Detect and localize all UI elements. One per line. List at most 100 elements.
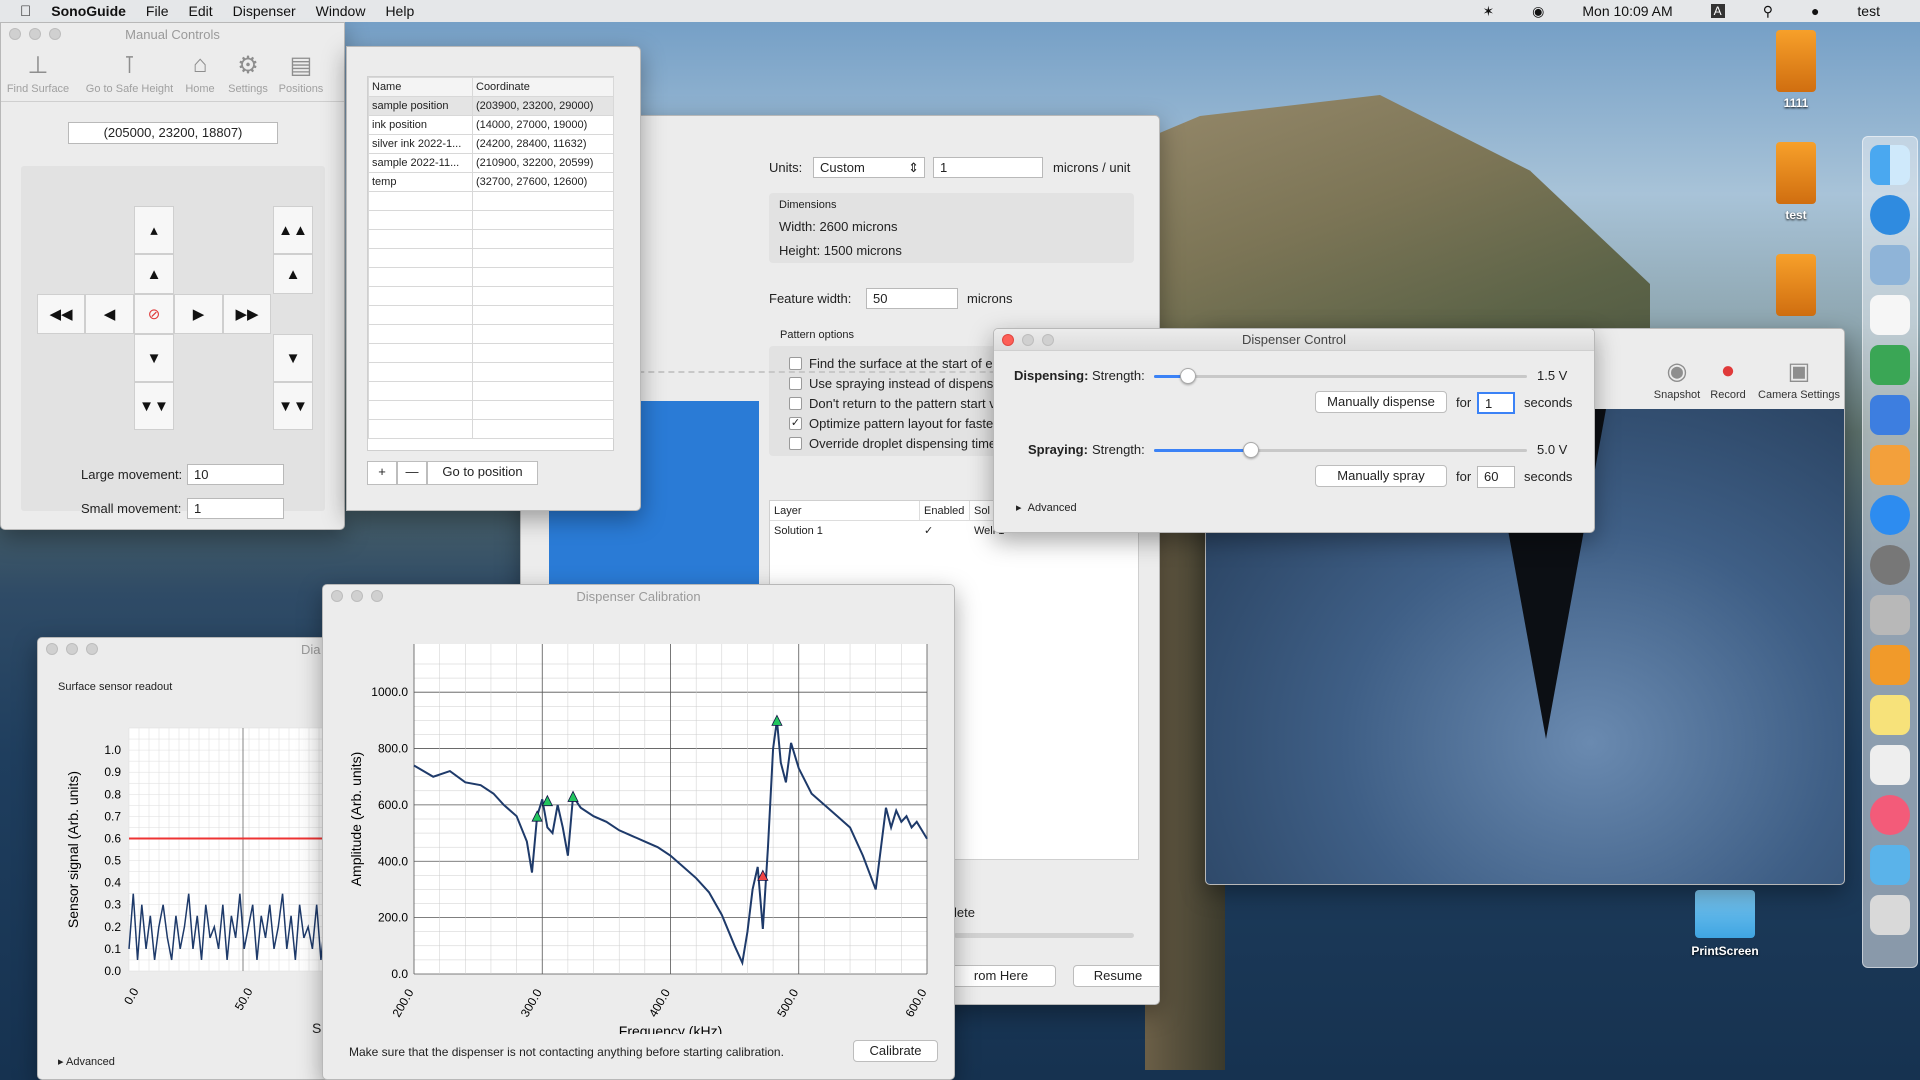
finder-icon[interactable] bbox=[1870, 145, 1910, 185]
positions-tool[interactable]: ▤ Positions bbox=[266, 47, 336, 96]
table-row[interactable]: sample 2022-11... (210900, 32200, 20599) bbox=[368, 153, 614, 173]
calibrate-button[interactable]: Calibrate bbox=[853, 1040, 938, 1062]
safari-icon[interactable] bbox=[1870, 195, 1910, 235]
large-movement-input[interactable]: 10 bbox=[187, 464, 284, 485]
run-from-here-button[interactable]: rom Here bbox=[946, 965, 1056, 987]
downloads-folder-icon[interactable] bbox=[1870, 845, 1910, 885]
automator-icon[interactable] bbox=[1870, 595, 1910, 635]
z-down-large-button[interactable]: ▼▼ bbox=[273, 382, 313, 430]
spray-seconds-input[interactable]: 60 bbox=[1477, 466, 1515, 488]
textedit-icon[interactable] bbox=[1870, 295, 1910, 335]
table-row[interactable]: temp (32700, 27600, 12600) bbox=[368, 172, 614, 192]
menu-help[interactable]: Help bbox=[385, 3, 414, 19]
table-row[interactable]: ink position (14000, 27000, 19000) bbox=[368, 115, 614, 135]
x-right-large-button[interactable]: ▶▶ bbox=[223, 294, 271, 334]
minimize-button[interactable] bbox=[66, 643, 78, 655]
close-button[interactable] bbox=[46, 643, 58, 655]
y-down-button[interactable]: ▼ bbox=[134, 334, 174, 382]
preview-icon[interactable] bbox=[1870, 245, 1910, 285]
option-checkbox-optimize[interactable]: ✓ bbox=[789, 417, 802, 430]
column-coordinate-header[interactable]: Coordinate bbox=[472, 77, 614, 97]
sensor-advanced-toggle[interactable]: ▸ Advanced bbox=[58, 1055, 115, 1068]
spotlight-search-icon[interactable]: ⚲ bbox=[1763, 3, 1773, 20]
z-up-large-button[interactable]: ▲▲ bbox=[273, 206, 313, 254]
layer-header-layer[interactable]: Layer bbox=[770, 501, 920, 520]
add-position-button[interactable]: + bbox=[367, 461, 397, 485]
z-up-small-button[interactable]: ▴ bbox=[134, 206, 174, 254]
slider-knob[interactable] bbox=[1179, 368, 1196, 384]
safe-height-tool[interactable]: ⊺ Go to Safe Height bbox=[82, 47, 177, 96]
zoom-button[interactable] bbox=[49, 28, 61, 40]
minimize-button[interactable] bbox=[29, 28, 41, 40]
script-editor-icon[interactable] bbox=[1870, 745, 1910, 785]
desktop-icon-test[interactable]: test bbox=[1756, 142, 1836, 222]
option-checkbox-dont-return[interactable] bbox=[789, 397, 802, 410]
numbers-icon[interactable] bbox=[1870, 345, 1910, 385]
system-preferences-icon[interactable] bbox=[1870, 545, 1910, 585]
feature-width-input[interactable]: 50 bbox=[866, 288, 958, 309]
clock[interactable]: Mon 10:09 AM bbox=[1582, 3, 1672, 19]
x-left-large-button[interactable]: ◀◀ bbox=[37, 294, 85, 334]
y-down-large-button[interactable]: ▼▼ bbox=[134, 382, 174, 430]
app-menu[interactable]: SonoGuide bbox=[51, 3, 126, 19]
trash-icon[interactable] bbox=[1870, 895, 1910, 935]
wifi-icon[interactable]: ◉ bbox=[1532, 3, 1544, 20]
manually-spray-button[interactable]: Manually spray bbox=[1315, 465, 1447, 487]
column-name-header[interactable]: Name bbox=[368, 77, 473, 97]
apple-menu-icon[interactable]:  bbox=[20, 3, 31, 20]
keynote-icon[interactable] bbox=[1870, 395, 1910, 435]
desktop-icon-pencil[interactable] bbox=[1756, 254, 1836, 320]
option-checkbox-find-surface[interactable] bbox=[789, 357, 802, 370]
stickies-icon[interactable] bbox=[1870, 695, 1910, 735]
slider-knob[interactable] bbox=[1242, 442, 1259, 458]
minimize-button[interactable] bbox=[351, 590, 363, 602]
zoom-button[interactable] bbox=[1042, 334, 1054, 346]
close-button[interactable] bbox=[1002, 334, 1014, 346]
stop-icon[interactable]: ⊘ bbox=[134, 294, 174, 334]
y-up-button[interactable]: ▲ bbox=[134, 254, 174, 294]
dispense-seconds-input[interactable]: 1 bbox=[1477, 392, 1515, 414]
menu-window[interactable]: Window bbox=[316, 3, 366, 19]
menu-edit[interactable]: Edit bbox=[188, 3, 212, 19]
menu-file[interactable]: File bbox=[146, 3, 169, 19]
layer-enabled-checkbox[interactable]: ✓ bbox=[920, 521, 970, 541]
option-checkbox-override[interactable] bbox=[789, 437, 802, 450]
dispenser-advanced-toggle[interactable]: ▸ Advanced bbox=[1016, 501, 1077, 514]
layer-header-enabled[interactable]: Enabled bbox=[920, 501, 970, 520]
pages-icon[interactable] bbox=[1870, 445, 1910, 485]
siri-icon[interactable]: ● bbox=[1811, 3, 1819, 19]
x-left-button[interactable]: ◀ bbox=[85, 294, 134, 334]
bluetooth-icon[interactable]: ✶ bbox=[1482, 3, 1494, 20]
table-row[interactable]: sample position (203900, 23200, 29000) bbox=[368, 96, 614, 116]
find-surface-tool[interactable]: ⊥ Find Surface bbox=[3, 47, 73, 96]
table-row[interactable]: silver ink 2022-1... (24200, 28400, 11632… bbox=[368, 134, 614, 154]
input-source-icon[interactable]: A bbox=[1710, 4, 1725, 18]
current-position-field[interactable]: (205000, 23200, 18807) bbox=[68, 122, 278, 144]
close-button[interactable] bbox=[331, 590, 343, 602]
user-menu[interactable]: test bbox=[1857, 3, 1880, 19]
app-store-icon[interactable] bbox=[1870, 495, 1910, 535]
option-checkbox-use-spraying[interactable] bbox=[789, 377, 802, 390]
zoom-button[interactable] bbox=[86, 643, 98, 655]
layer-header-solution[interactable]: Sol bbox=[970, 501, 990, 520]
manually-dispense-button[interactable]: Manually dispense bbox=[1315, 391, 1447, 413]
dispensing-strength-slider[interactable] bbox=[1154, 368, 1527, 384]
go-to-position-button[interactable]: Go to position bbox=[427, 461, 538, 485]
menu-dispenser[interactable]: Dispenser bbox=[233, 3, 296, 19]
z-down-button[interactable]: ▼ bbox=[273, 334, 313, 382]
music-icon[interactable] bbox=[1870, 795, 1910, 835]
close-button[interactable] bbox=[9, 28, 21, 40]
x-right-button[interactable]: ▶ bbox=[174, 294, 223, 334]
sonoguide-icon[interactable] bbox=[1870, 645, 1910, 685]
record-tool[interactable]: ● Record bbox=[1693, 353, 1763, 401]
small-movement-input[interactable]: 1 bbox=[187, 498, 284, 519]
zoom-button[interactable] bbox=[371, 590, 383, 602]
resume-button[interactable]: Resume bbox=[1073, 965, 1159, 987]
camera-settings-tool[interactable]: ▣ Camera Settings bbox=[1755, 353, 1843, 402]
spraying-strength-slider[interactable] bbox=[1154, 442, 1527, 458]
remove-position-button[interactable]: — bbox=[397, 461, 427, 485]
minimize-button[interactable] bbox=[1022, 334, 1034, 346]
z-up-button[interactable]: ▲ bbox=[273, 254, 313, 294]
units-value-input[interactable]: 1 bbox=[933, 157, 1043, 178]
desktop-icon-printscreen[interactable]: PrintScreen bbox=[1685, 890, 1765, 958]
